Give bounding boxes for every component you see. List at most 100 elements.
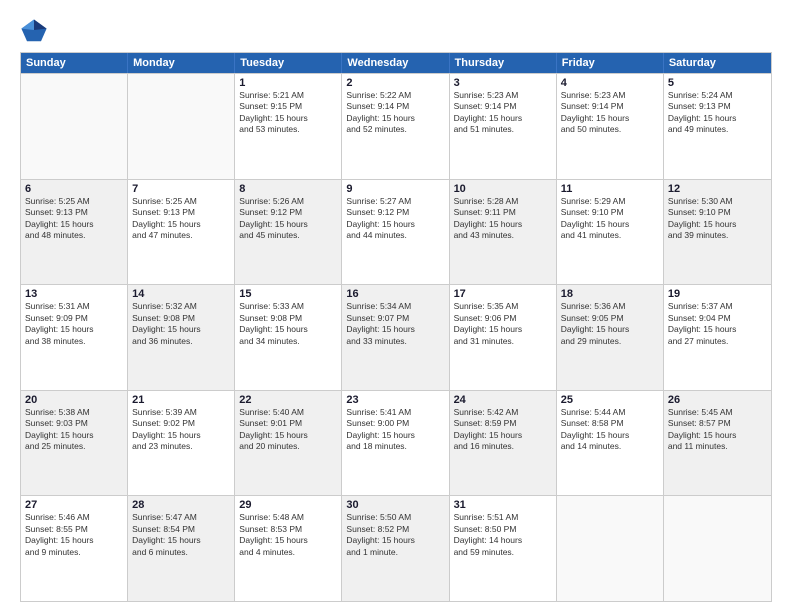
cal-cell: 3Sunrise: 5:23 AMSunset: 9:14 PMDaylight… (450, 74, 557, 179)
day-number: 18 (561, 288, 659, 300)
day-number: 21 (132, 394, 230, 406)
cell-info-line: Daylight: 15 hours (346, 430, 444, 441)
cell-info-line: and 39 minutes. (668, 230, 767, 241)
cell-info-line: Daylight: 15 hours (668, 219, 767, 230)
cal-cell (664, 496, 771, 601)
cell-info-line: and 59 minutes. (454, 547, 552, 558)
cell-info-line: and 20 minutes. (239, 441, 337, 452)
day-number: 16 (346, 288, 444, 300)
cell-info-line: and 47 minutes. (132, 230, 230, 241)
cell-info-line: Sunset: 8:53 PM (239, 524, 337, 535)
cell-info-line: Sunset: 8:50 PM (454, 524, 552, 535)
cell-info-line: Sunrise: 5:44 AM (561, 407, 659, 418)
day-number: 1 (239, 77, 337, 89)
day-number: 28 (132, 499, 230, 511)
cell-info-line: Sunrise: 5:26 AM (239, 196, 337, 207)
cell-info-line: Sunset: 9:07 PM (346, 313, 444, 324)
cell-info-line: and 16 minutes. (454, 441, 552, 452)
day-number: 20 (25, 394, 123, 406)
cal-cell: 29Sunrise: 5:48 AMSunset: 8:53 PMDayligh… (235, 496, 342, 601)
cell-info-line: and 29 minutes. (561, 336, 659, 347)
cell-info-line: Daylight: 15 hours (239, 535, 337, 546)
cal-cell: 10Sunrise: 5:28 AMSunset: 9:11 PMDayligh… (450, 180, 557, 285)
cell-info-line: Sunset: 9:04 PM (668, 313, 767, 324)
day-number: 7 (132, 183, 230, 195)
day-number: 3 (454, 77, 552, 89)
cell-info-line: Daylight: 15 hours (668, 113, 767, 124)
cell-info-line: Daylight: 15 hours (668, 324, 767, 335)
cell-info-line: Daylight: 15 hours (239, 430, 337, 441)
cell-info-line: Daylight: 15 hours (561, 113, 659, 124)
cell-info-line: Daylight: 15 hours (132, 430, 230, 441)
cell-info-line: Daylight: 15 hours (668, 430, 767, 441)
cell-info-line: Sunset: 9:14 PM (561, 101, 659, 112)
day-number: 17 (454, 288, 552, 300)
weekday-header-sunday: Sunday (21, 53, 128, 73)
cell-info-line: Daylight: 15 hours (346, 324, 444, 335)
cell-info-line: Sunset: 8:59 PM (454, 418, 552, 429)
cell-info-line: Sunset: 8:52 PM (346, 524, 444, 535)
cell-info-line: and 31 minutes. (454, 336, 552, 347)
day-number: 29 (239, 499, 337, 511)
cell-info-line: Sunset: 9:08 PM (132, 313, 230, 324)
cell-info-line: and 34 minutes. (239, 336, 337, 347)
cell-info-line: Sunset: 8:54 PM (132, 524, 230, 535)
calendar-header: SundayMondayTuesdayWednesdayThursdayFrid… (21, 53, 771, 73)
cell-info-line: Daylight: 15 hours (561, 430, 659, 441)
cell-info-line: Sunrise: 5:23 AM (454, 90, 552, 101)
cell-info-line: and 50 minutes. (561, 124, 659, 135)
cell-info-line: and 48 minutes. (25, 230, 123, 241)
cell-info-line: and 11 minutes. (668, 441, 767, 452)
day-number: 14 (132, 288, 230, 300)
cal-cell: 22Sunrise: 5:40 AMSunset: 9:01 PMDayligh… (235, 391, 342, 496)
cell-info-line: Daylight: 15 hours (346, 535, 444, 546)
cal-cell: 4Sunrise: 5:23 AMSunset: 9:14 PMDaylight… (557, 74, 664, 179)
day-number: 2 (346, 77, 444, 89)
cell-info-line: and 51 minutes. (454, 124, 552, 135)
logo-icon (20, 16, 48, 44)
cal-cell: 25Sunrise: 5:44 AMSunset: 8:58 PMDayligh… (557, 391, 664, 496)
weekday-header-friday: Friday (557, 53, 664, 73)
cal-cell: 21Sunrise: 5:39 AMSunset: 9:02 PMDayligh… (128, 391, 235, 496)
cal-cell: 23Sunrise: 5:41 AMSunset: 9:00 PMDayligh… (342, 391, 449, 496)
cell-info-line: Sunset: 9:12 PM (239, 207, 337, 218)
cell-info-line: and 43 minutes. (454, 230, 552, 241)
day-number: 24 (454, 394, 552, 406)
cell-info-line: Sunrise: 5:39 AM (132, 407, 230, 418)
cal-cell: 9Sunrise: 5:27 AMSunset: 9:12 PMDaylight… (342, 180, 449, 285)
cell-info-line: and 36 minutes. (132, 336, 230, 347)
cal-cell: 28Sunrise: 5:47 AMSunset: 8:54 PMDayligh… (128, 496, 235, 601)
cell-info-line: Sunrise: 5:51 AM (454, 512, 552, 523)
cell-info-line: and 52 minutes. (346, 124, 444, 135)
day-number: 12 (668, 183, 767, 195)
cell-info-line: Sunrise: 5:40 AM (239, 407, 337, 418)
calendar-body: 1Sunrise: 5:21 AMSunset: 9:15 PMDaylight… (21, 73, 771, 601)
cal-cell: 19Sunrise: 5:37 AMSunset: 9:04 PMDayligh… (664, 285, 771, 390)
week-row-5: 27Sunrise: 5:46 AMSunset: 8:55 PMDayligh… (21, 495, 771, 601)
calendar: SundayMondayTuesdayWednesdayThursdayFrid… (20, 52, 772, 602)
cell-info-line: and 6 minutes. (132, 547, 230, 558)
cell-info-line: Sunrise: 5:50 AM (346, 512, 444, 523)
cell-info-line: Daylight: 15 hours (454, 324, 552, 335)
cell-info-line: Daylight: 15 hours (561, 219, 659, 230)
cell-info-line: Sunrise: 5:47 AM (132, 512, 230, 523)
cell-info-line: Daylight: 15 hours (132, 324, 230, 335)
cal-cell: 31Sunrise: 5:51 AMSunset: 8:50 PMDayligh… (450, 496, 557, 601)
cell-info-line: and 9 minutes. (25, 547, 123, 558)
weekday-header-saturday: Saturday (664, 53, 771, 73)
logo (20, 16, 52, 44)
cell-info-line: Sunrise: 5:41 AM (346, 407, 444, 418)
cell-info-line: Sunset: 9:13 PM (25, 207, 123, 218)
cell-info-line: and 45 minutes. (239, 230, 337, 241)
cell-info-line: Sunrise: 5:31 AM (25, 301, 123, 312)
cal-cell: 13Sunrise: 5:31 AMSunset: 9:09 PMDayligh… (21, 285, 128, 390)
day-number: 13 (25, 288, 123, 300)
cell-info-line: Daylight: 15 hours (25, 324, 123, 335)
cell-info-line: Sunrise: 5:48 AM (239, 512, 337, 523)
cal-cell: 27Sunrise: 5:46 AMSunset: 8:55 PMDayligh… (21, 496, 128, 601)
cal-cell: 8Sunrise: 5:26 AMSunset: 9:12 PMDaylight… (235, 180, 342, 285)
cell-info-line: and 25 minutes. (25, 441, 123, 452)
cell-info-line: Daylight: 15 hours (25, 219, 123, 230)
cell-info-line: Sunrise: 5:34 AM (346, 301, 444, 312)
cell-info-line: and 27 minutes. (668, 336, 767, 347)
